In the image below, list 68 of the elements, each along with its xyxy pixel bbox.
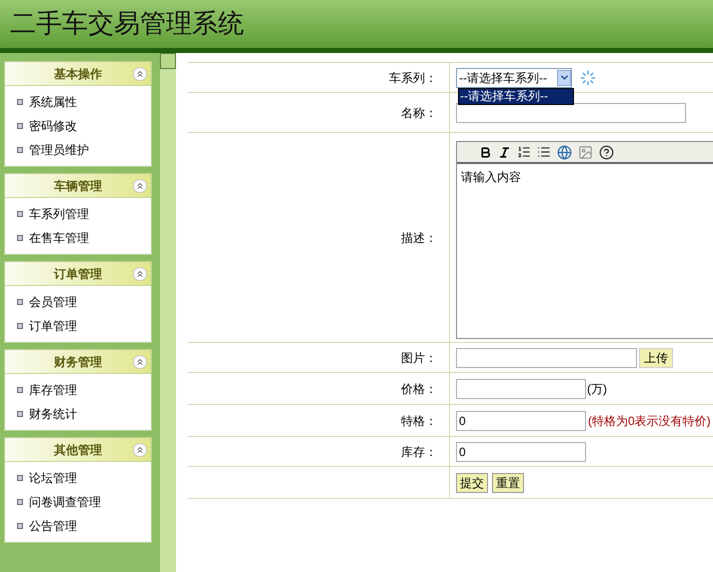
bullet-icon <box>17 387 23 393</box>
sidebar-item[interactable]: 密码修改 <box>5 114 151 138</box>
sidebar-item[interactable]: 订单管理 <box>5 314 151 338</box>
panel-title: 车辆管理 <box>54 178 102 194</box>
sidebar-item[interactable]: 车系列管理 <box>5 202 151 226</box>
field-label: 特格： <box>401 412 437 430</box>
bullet-icon <box>17 499 23 505</box>
help-icon[interactable] <box>599 144 614 160</box>
panel-title: 财务管理 <box>54 354 102 370</box>
field-label: 描述： <box>401 230 437 246</box>
text-field[interactable] <box>456 102 686 122</box>
hint-text: (特格为0表示没有特价) <box>588 412 711 430</box>
bullet-icon <box>17 475 23 481</box>
bullet-list-icon[interactable] <box>537 145 551 159</box>
bullet-icon <box>17 323 23 329</box>
loading-spinner-icon <box>580 70 596 86</box>
field-label: 名称： <box>401 104 437 122</box>
sidebar-item[interactable]: 财务统计 <box>5 402 151 426</box>
field-label: 价格： <box>401 380 437 398</box>
app-title: 二手车交易管理系统 <box>10 8 244 40</box>
sidebar-item[interactable]: 论坛管理 <box>5 466 151 490</box>
sidebar-item[interactable]: 问卷调查管理 <box>5 490 151 514</box>
sidebar-item[interactable]: 在售车管理 <box>5 226 151 250</box>
collapse-button[interactable] <box>133 443 147 457</box>
field-label: 图片： <box>401 350 437 366</box>
unit-label: (万) <box>587 380 607 398</box>
bold-icon[interactable] <box>479 146 492 158</box>
bullet-icon <box>17 411 23 417</box>
panel-title: 订单管理 <box>54 266 102 282</box>
numbered-list-icon[interactable] <box>517 145 531 159</box>
double-chevron-up-icon <box>135 357 145 367</box>
sidebar-item[interactable]: 系统属性 <box>5 90 151 114</box>
toggle-sidebar-button[interactable] <box>160 53 176 69</box>
file-field[interactable] <box>456 348 637 368</box>
bullet-icon <box>17 99 23 105</box>
series-select[interactable]: --请选择车系列-- <box>456 68 572 88</box>
bullet-icon <box>17 123 23 129</box>
double-chevron-up-icon <box>135 181 145 191</box>
text-field[interactable] <box>456 378 586 398</box>
field-label: 车系列： <box>389 70 437 86</box>
collapse-button[interactable] <box>133 67 147 81</box>
double-chevron-up-icon <box>135 69 145 79</box>
sidebar-item[interactable]: 管理员维护 <box>5 138 151 162</box>
bullet-icon <box>17 147 23 153</box>
italic-icon[interactable] <box>498 146 511 158</box>
double-chevron-up-icon <box>135 269 145 279</box>
sidebar-item[interactable]: 公告管理 <box>5 514 151 538</box>
sidebar-item[interactable]: 会员管理 <box>5 290 151 314</box>
bullet-icon <box>17 235 23 241</box>
panel-title: 其他管理 <box>54 442 102 458</box>
collapse-button[interactable] <box>133 267 147 281</box>
editor-content[interactable]: 请输入内容 <box>457 164 713 186</box>
double-chevron-up-icon <box>135 445 145 455</box>
panel-title: 基本操作 <box>54 66 102 82</box>
collapse-button[interactable] <box>133 355 147 369</box>
bullet-icon <box>17 523 23 529</box>
bullet-icon <box>17 299 23 305</box>
collapse-button[interactable] <box>133 179 147 193</box>
globe-icon[interactable] <box>557 144 572 160</box>
submit-button[interactable]: 提交 <box>456 472 488 492</box>
dropdown-option[interactable]: --请选择车系列-- <box>459 88 573 104</box>
text-field[interactable]: 0 <box>456 442 586 462</box>
field-label: 库存： <box>401 444 437 460</box>
upload-button[interactable]: 上传 <box>639 348 673 368</box>
sidebar-item[interactable]: 库存管理 <box>5 378 151 402</box>
bullet-icon <box>17 211 23 217</box>
text-field[interactable]: 0 <box>456 410 586 430</box>
reset-button[interactable]: 重置 <box>492 472 524 492</box>
